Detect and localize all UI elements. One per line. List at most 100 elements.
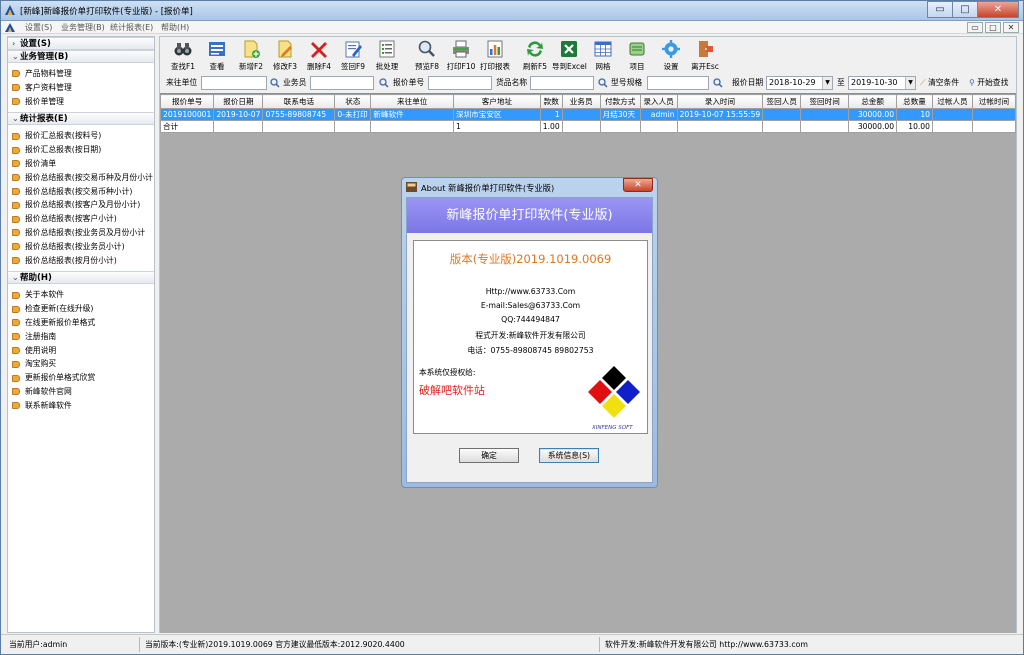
sidebar-item-report[interactable]: 报价汇总报表(按料号) (8, 129, 154, 143)
sidebar-item-report[interactable]: 报价总结报表(按客户小计) (8, 212, 154, 226)
system-info-button[interactable]: 系统信息(S) (539, 448, 599, 463)
salesman-input[interactable] (310, 76, 374, 90)
print-button[interactable]: 打印F10 (444, 37, 478, 73)
sidebar-item-report[interactable]: 报价清单 (8, 157, 154, 171)
customer-input[interactable] (201, 76, 267, 90)
sidebar-item-report[interactable]: 报价总结报表(按业务员小计) (8, 240, 154, 254)
table-row[interactable]: 2019100001 2019-10-07 0755-89808745 0-未打印 新峰… (159, 108, 1017, 121)
dialog-title-bar[interactable]: About 新峰报价单打印软件(专业版) ✕ (402, 178, 657, 196)
app-menu-icon[interactable] (5, 23, 15, 32)
delete-button[interactable]: 删除F4 (302, 37, 336, 73)
dropdown-arrow-icon[interactable]: ▼ (905, 77, 915, 89)
sidebar-item-report[interactable]: 报价总结报表(按月份小计) (8, 254, 154, 268)
sidebar-item-report[interactable]: 报价总结报表(按交易币种及月份小计 (8, 171, 154, 185)
menu-reports[interactable]: 统计报表(E) (110, 22, 153, 33)
clear-conditions-button[interactable]: ⟋ 清空条件 (920, 76, 959, 90)
sidebar-item-report[interactable]: 报价总结报表(按客户及月份小计) (8, 198, 154, 212)
sidebar-item-quotes[interactable]: 报价单管理 (8, 95, 154, 109)
grid-button[interactable]: 网格 (586, 37, 620, 73)
maximize-button[interactable]: □ (952, 1, 978, 18)
date-from-picker[interactable]: 2018-10-29 ▼ (766, 76, 833, 90)
menu-business[interactable]: 业务管理(B) (61, 22, 105, 33)
column-header[interactable]: 报价单号 (159, 94, 215, 109)
preview-button[interactable]: 预览F8 (410, 37, 444, 73)
sign-back-button[interactable]: 签回F9 (336, 37, 370, 73)
sidebar-item-label: 报价单管理 (25, 96, 64, 106)
sidebar-item-help[interactable]: 注册指南 (8, 330, 154, 344)
sidebar-item-report[interactable]: 报价总结报表(按业务员及月份小计 (8, 226, 154, 240)
search-icon[interactable] (379, 78, 389, 88)
tag-icon (12, 256, 20, 264)
quote-no-input[interactable] (428, 76, 492, 90)
dropdown-arrow-icon[interactable]: ▼ (822, 77, 832, 89)
sidebar-section-help[interactable]: ⌄帮助(H) (8, 271, 154, 285)
sidebar-item-help[interactable]: 检查更新(在线升级) (8, 302, 154, 316)
column-header[interactable]: 款数 (539, 94, 563, 109)
find-button[interactable]: 查找F1 (166, 37, 200, 73)
settings-button[interactable]: 设置 (654, 37, 688, 73)
sidebar-item-customers[interactable]: 客户资料管理 (8, 81, 154, 95)
sidebar-item-help[interactable]: 新峰软件官网 (8, 385, 154, 399)
search-icon[interactable] (713, 78, 723, 88)
exit-button[interactable]: 离开Esc (688, 37, 722, 73)
export-excel-button[interactable]: 导到Excel (552, 37, 587, 73)
column-header[interactable]: 录入时间 (676, 94, 764, 109)
project-button[interactable]: 项目 (620, 37, 654, 73)
sidebar-item-report[interactable]: 报价汇总报表(按日期) (8, 143, 154, 157)
child-minimize-button[interactable]: ▭ (967, 22, 983, 33)
sidebar-item-help[interactable]: 更新报价单格式欣赏 (8, 371, 154, 385)
date-to-picker[interactable]: 2019-10-30 ▼ (848, 76, 916, 90)
column-header[interactable]: 总数量 (896, 94, 933, 109)
column-header[interactable]: 状态 (334, 94, 372, 109)
print-report-button[interactable]: 打印报表 (478, 37, 512, 73)
total-cell (334, 120, 372, 133)
close-button[interactable]: ✕ (977, 1, 1019, 18)
column-header[interactable]: 总金额 (848, 94, 898, 109)
sidebar-item-help[interactable]: 关于本软件 (8, 288, 154, 302)
table-cell: admin (639, 108, 678, 121)
table-cell (800, 108, 850, 121)
menu-help[interactable]: 帮助(H) (161, 22, 189, 33)
model-input[interactable] (647, 76, 709, 90)
sidebar-section-business[interactable]: ⌄业务管理(B) (8, 50, 154, 63)
column-header[interactable]: 付款方式 (599, 94, 641, 109)
column-header[interactable]: 过帐时间 (971, 94, 1017, 109)
column-header[interactable]: 客户地址 (453, 94, 541, 109)
refresh-button[interactable]: 刷新F5 (518, 37, 552, 73)
batch-button[interactable]: 批处理 (370, 37, 404, 73)
column-header[interactable]: 签回时间 (800, 94, 850, 109)
minimize-button[interactable]: ▭ (927, 1, 953, 18)
new-doc-icon (244, 40, 260, 58)
sidebar-item-label: 报价汇总报表(按料号) (25, 131, 102, 141)
menu-settings[interactable]: 设置(S) (25, 22, 52, 33)
column-header[interactable]: 签回人员 (762, 94, 802, 109)
sidebar-item-help[interactable]: 联系新峰软件 (8, 399, 154, 413)
column-header[interactable]: 过帐人员 (931, 94, 973, 109)
sidebar-item-label: 联系新峰软件 (25, 400, 72, 410)
view-button[interactable]: 查看 (200, 37, 234, 73)
child-close-button[interactable]: ✕ (1003, 22, 1019, 33)
sidebar-item-help[interactable]: 在线更新报价单格式 (8, 316, 154, 330)
product-input[interactable] (530, 76, 594, 90)
child-restore-button[interactable]: □ (985, 22, 1001, 33)
new-button[interactable]: 新增F2 (234, 37, 268, 73)
table-cell: 新峰软件 (370, 108, 455, 121)
sidebar-item-help[interactable]: 使用说明 (8, 344, 154, 358)
column-header[interactable]: 录入人员 (639, 94, 678, 109)
edit-button[interactable]: 修改F3 (268, 37, 302, 73)
column-header[interactable]: 报价日期 (213, 94, 264, 109)
search-icon[interactable] (598, 78, 608, 88)
column-header[interactable]: 联系电话 (262, 94, 336, 109)
ok-button[interactable]: 确定 (459, 448, 519, 463)
dialog-close-button[interactable]: ✕ (623, 178, 653, 192)
column-header[interactable]: 来往单位 (370, 94, 455, 109)
sidebar-section-reports[interactable]: ⌄统计报表(E) (8, 112, 154, 126)
sidebar-item-help[interactable]: 淘宝购买 (8, 357, 154, 371)
column-header[interactable]: 业务员 (561, 94, 601, 109)
total-cell: 30000.00 (848, 120, 898, 133)
sidebar-item-report[interactable]: 报价总结报表(按交易币种小计) (8, 185, 154, 199)
sidebar-section-settings[interactable]: › 设置(S) (8, 37, 154, 50)
search-icon[interactable] (270, 78, 280, 88)
sidebar-item-products[interactable]: 产品物料管理 (8, 67, 154, 81)
start-search-button[interactable]: ⚲ 开始查找 (969, 76, 1008, 90)
